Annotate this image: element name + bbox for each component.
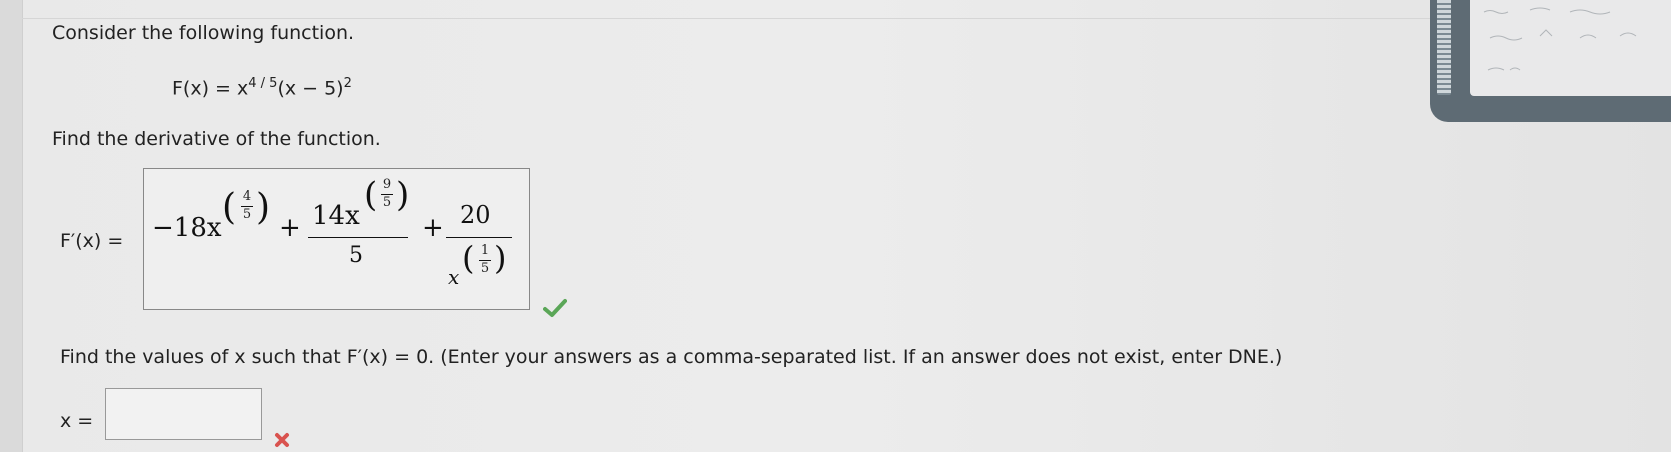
question-panel: Consider the following function. F(x) = … bbox=[0, 0, 1671, 452]
term3-exponent: 1 5 bbox=[478, 243, 492, 276]
term1-paren-left: ( bbox=[222, 187, 237, 228]
plus-sign-1: + bbox=[279, 213, 301, 243]
divider bbox=[22, 18, 1671, 19]
term2-denominator: 5 bbox=[349, 243, 363, 268]
function-lhs: F(x) = x bbox=[172, 77, 249, 100]
function-definition: F(x) = x4 / 5(x − 5)2 bbox=[172, 76, 352, 99]
term3-numerator: 20 bbox=[460, 201, 491, 229]
question-intro: Consider the following function. bbox=[52, 22, 355, 44]
term3-fraction-bar bbox=[446, 237, 512, 238]
term2-fraction-bar bbox=[308, 237, 408, 238]
term2-paren-left: ( bbox=[364, 175, 378, 215]
device-screen-scribbles bbox=[1483, 7, 1637, 71]
term3-paren-left: ( bbox=[462, 239, 475, 277]
left-margin bbox=[0, 0, 23, 452]
function-rhs-exponent: 2 bbox=[343, 76, 352, 91]
term2-exp-num: 9 bbox=[382, 177, 392, 192]
term3-denominator: x bbox=[448, 265, 460, 289]
term3-paren-right: ) bbox=[494, 239, 507, 277]
function-rhs: (x − 5) bbox=[277, 77, 344, 100]
x-label: x = bbox=[60, 410, 94, 432]
term2-exp-den: 5 bbox=[382, 195, 392, 210]
check-icon bbox=[543, 299, 567, 317]
term2-paren-right: ) bbox=[396, 175, 410, 215]
zeros-prompt: Find the values of x such that F′(x) = 0… bbox=[60, 346, 1283, 368]
term2-exponent: 9 5 bbox=[380, 177, 394, 210]
zeros-answer-input[interactable] bbox=[105, 388, 262, 440]
term3-exp-num: 1 bbox=[480, 243, 490, 258]
cross-icon bbox=[275, 433, 289, 447]
term1-exp-den: 5 bbox=[242, 207, 252, 222]
derivative-label: F′(x) = bbox=[60, 230, 124, 252]
term1-paren-right: ) bbox=[256, 187, 271, 228]
term3-exp-den: 5 bbox=[480, 261, 490, 276]
derivative-prompt: Find the derivative of the function. bbox=[52, 128, 381, 150]
term1-exponent: 4 5 bbox=[240, 189, 254, 222]
function-exponent: 4 / 5 bbox=[248, 76, 278, 91]
term2-numerator: 14x bbox=[312, 201, 360, 231]
plus-sign-2: + bbox=[422, 213, 444, 243]
term1-exp-num: 4 bbox=[242, 189, 252, 204]
derivative-answer-box[interactable]: −18x ( 4 5 ) + 14x ( 9 5 ) 5 + 20 x ( 1 … bbox=[143, 168, 530, 310]
device-ruler bbox=[1437, 0, 1451, 95]
device-screen bbox=[1470, 0, 1671, 96]
term1-coefficient: −18x bbox=[152, 213, 222, 243]
